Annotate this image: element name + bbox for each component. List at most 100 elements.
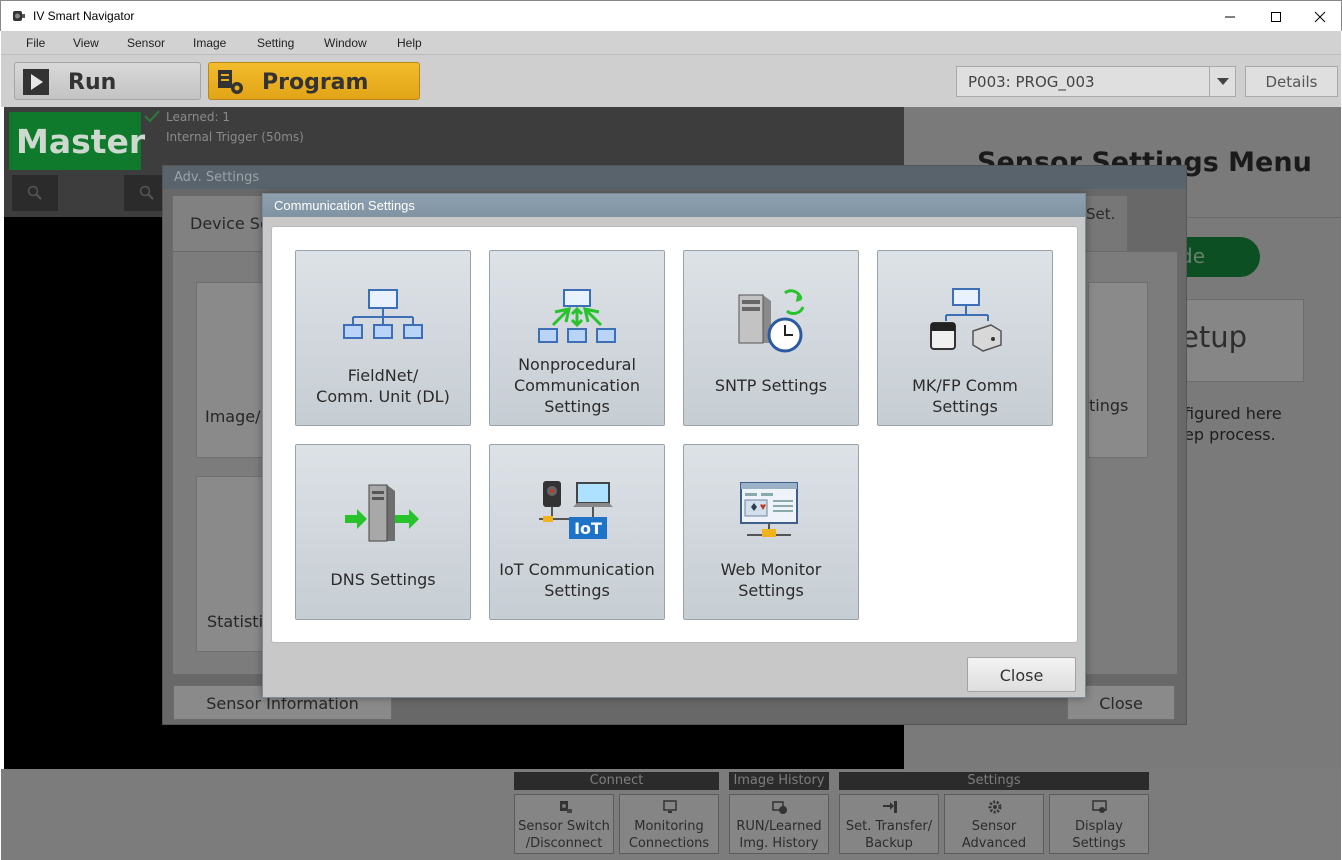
menu-sensor[interactable]: Sensor [127,36,165,50]
window-titlebar: IV Smart Navigator [0,0,1342,31]
setup-label: etup [1181,320,1248,354]
communication-settings-body: FieldNet/ Comm. Unit (DL) Nonprocedural … [271,226,1078,643]
dropdown-arrow[interactable] [1209,67,1235,96]
zoom-in-button[interactable] [12,175,58,211]
menu-view[interactable]: View [73,36,99,50]
adv-right-tile[interactable]: tings [1088,282,1148,458]
iot-label-1: IoT Communication [499,560,655,579]
network-tree-icon [343,289,423,339]
sensor-advanced-button[interactable]: Sensor Advanced [944,794,1044,854]
menu-file[interactable]: File [26,36,45,50]
magnifier-icon [27,185,42,200]
advanced-label-1: Sensor [971,819,1017,834]
dns-label: DNS Settings [330,570,436,589]
learned-count: Learned: 1 [166,110,231,124]
fieldnet-tile[interactable]: FieldNet/ Comm. Unit (DL) [295,250,471,426]
minimize-icon [1225,16,1235,17]
sntp-tile[interactable]: SNTP Settings [683,250,859,426]
run-button[interactable]: Run [14,62,201,100]
display-label-1: Display [1075,819,1123,834]
run-label: Run [68,70,117,95]
mk-fp-label: MK/FP Comm Settings [912,376,1018,416]
image-settings-label: Image/F [205,407,270,426]
statistics-tile[interactable]: Statistic [196,476,272,652]
communication-settings-dialog: Communication Settings FieldNet/ Comm. U… [262,193,1086,698]
history-icon [772,801,787,814]
nonprocedural-label-3: Settings [544,397,610,416]
sensor-switch-button[interactable]: Sensor Switch /Disconnect [514,794,614,854]
mk-fp-tile[interactable]: MK/FP Comm Settings [877,250,1053,426]
image-history-button[interactable]: RUN/Learned Img. History [729,794,829,854]
window-close-button[interactable] [1297,1,1342,32]
communication-settings-titlebar: Communication Settings [263,194,1085,217]
maximize-button[interactable] [1253,1,1299,32]
mk-fp-network-icon [930,288,1002,352]
minimize-button[interactable] [1207,1,1253,32]
setup-description-line1: figured here [1184,404,1282,423]
settings-transfer-button[interactable]: Set. Transfer/ Backup [839,794,939,854]
group-settings: Settings [839,772,1149,790]
iot-tile[interactable]: IoT IoT Communication Settings [489,444,665,620]
magnifier-icon [139,185,154,200]
master-label: Master [16,122,146,161]
chevron-down-icon [1217,78,1229,85]
fieldnet-label-2: Comm. Unit (DL) [316,387,450,406]
transfer-icon [883,801,897,813]
adv-settings-titlebar: Adv. Settings [163,166,1186,189]
nonprocedural-tile[interactable]: Nonprocedural Communication Settings [489,250,665,426]
communication-close-button[interactable]: Close [967,657,1076,692]
maximize-icon [1271,11,1281,22]
display-label-2: Settings [1072,836,1126,851]
server-clock-icon [738,289,805,353]
advanced-label-2: Advanced [961,836,1027,851]
history-label-1: RUN/Learned [736,819,822,834]
web-monitor-label-2: Settings [738,581,804,600]
svg-text:IoT: IoT [574,519,602,538]
nonprocedural-label-2: Communication [513,376,641,395]
program-select[interactable]: P003: PROG_003 [956,66,1236,97]
iot-label-2: Settings [544,581,610,600]
monitoring-label-1: Monitoring [634,819,704,834]
communication-settings-title: Communication Settings [274,198,415,213]
adv-settings-title: Adv. Settings [174,170,260,185]
menu-image[interactable]: Image [193,36,226,50]
web-monitor-tile[interactable]: Web Monitor Settings [683,444,859,620]
nonprocedural-label-1: Nonprocedural [518,355,636,374]
program-settings-icon [218,70,243,94]
play-icon [23,69,49,95]
adv-right-tile-label: tings [1089,396,1129,415]
transfer-label-1: Set. Transfer/ [845,819,933,834]
sntp-label: SNTP Settings [714,376,828,395]
menu-window[interactable]: Window [324,36,367,50]
monitoring-connections-button[interactable]: Monitoring Connections [619,794,719,854]
monitoring-label-2: Connections [628,836,710,851]
close-icon [1314,11,1326,22]
nonprocedural-network-icon [538,289,616,343]
display-settings-button[interactable]: Display Settings [1049,794,1149,854]
display-settings-icon [1092,800,1107,813]
dns-server-icon [345,484,419,542]
details-label: Details [1265,73,1318,91]
setup-description-line2: ep process. [1184,425,1276,444]
image-settings-tile[interactable]: Image/F [196,282,270,458]
menu-bar: File View Sensor Image Setting Window He… [1,31,1341,55]
trigger-mode: Internal Trigger (50ms) [166,130,304,144]
iot-icon: IoT [539,481,613,539]
program-button[interactable]: Program [208,62,420,100]
tab-set-label: Set. [1086,205,1116,223]
sensor-switch-label-1: Sensor Switch [518,819,610,834]
details-button[interactable]: Details [1245,66,1338,97]
web-monitor-label-1: Web Monitor [720,560,822,579]
sensor-switch-icon [560,801,572,813]
check-icon [144,110,160,123]
sensor-switch-label-2: /Disconnect [525,836,603,851]
dns-tile[interactable]: DNS Settings [295,444,471,620]
menu-help[interactable]: Help [397,36,422,50]
window-title: IV Smart Navigator [33,9,135,23]
toolbar: Run Program P003: PROG_003 Details [1,55,1341,107]
menu-setting[interactable]: Setting [257,36,294,50]
app-camera-icon [13,11,25,21]
gear-icon [988,800,1002,814]
program-select-value: P003: PROG_003 [968,73,1095,91]
web-monitor-icon [740,482,798,537]
